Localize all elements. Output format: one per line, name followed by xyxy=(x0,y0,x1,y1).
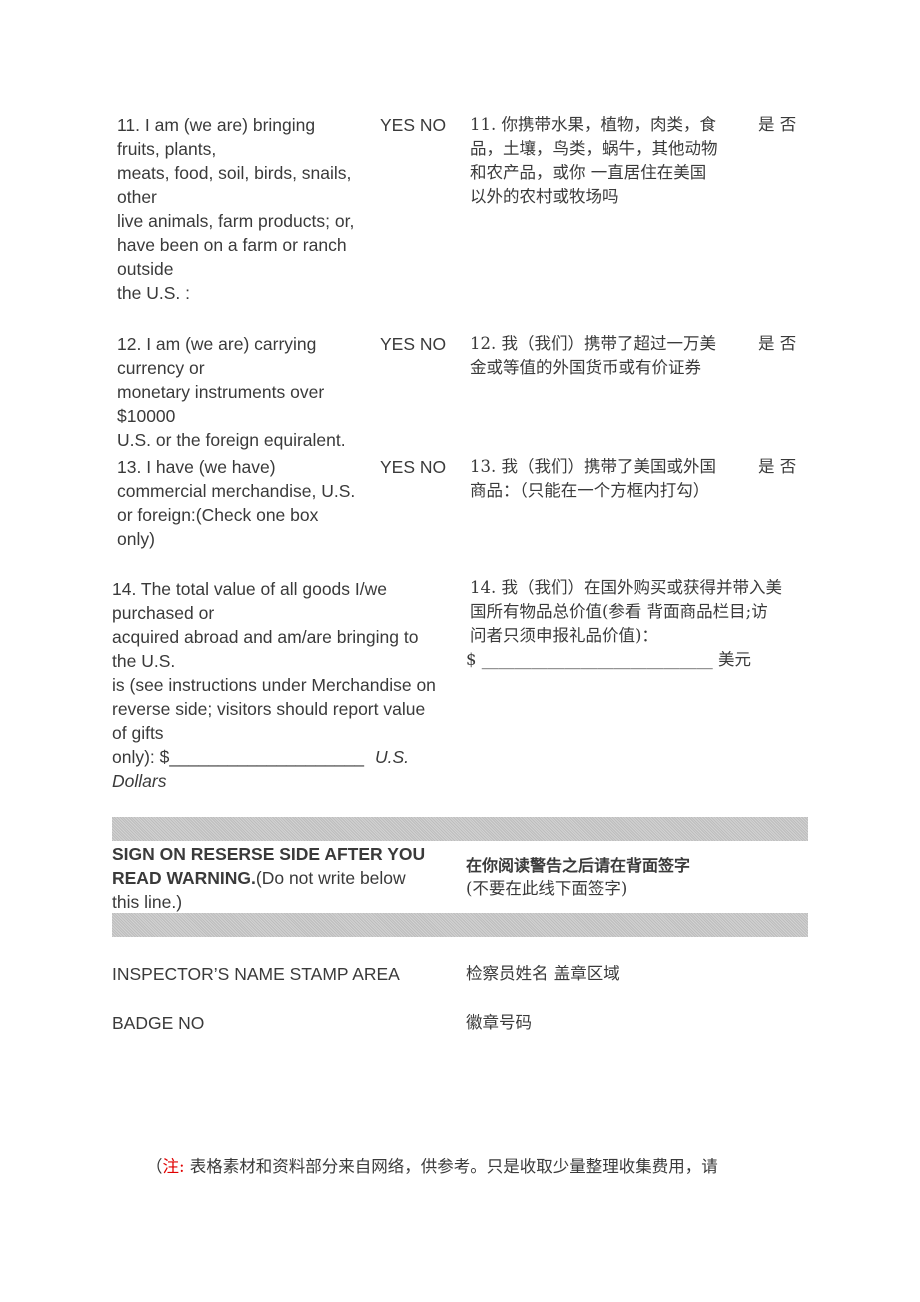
badge-no-label-chinese: 徽章号码 xyxy=(466,1013,532,1032)
q11-yes-no: YES NO xyxy=(380,115,447,135)
q12-english-line: $10000 xyxy=(117,406,176,426)
q13-chinese-line: 13. 我（我们）携带了美国或外国 xyxy=(470,457,716,476)
inspector-stamp-label: INSPECTOR’S NAME STAMP AREA xyxy=(112,964,400,984)
q11-english-line: 11. I am (we are) bringing xyxy=(117,115,316,135)
q13-english-line: commercial merchandise, U.S. xyxy=(117,481,356,501)
q13-chinese-line: 商品：（只能在一个方框内打勾） xyxy=(470,481,710,500)
q12-english-line: U.S. or the foreign equiralent. xyxy=(117,430,346,450)
q11-english-line: have been on a farm or ranch xyxy=(117,235,347,255)
badge-no-label: BADGE NO xyxy=(112,1013,205,1033)
sign-instruction: SIGN ON RESERSE SIDE AFTER YOU xyxy=(112,844,426,864)
sign-warning-bold: READ WARNING. xyxy=(112,868,256,888)
q11-english-line: the U.S. : xyxy=(117,283,190,303)
sign-instruction: READ WARNING.(Do not write below xyxy=(112,866,406,890)
q11-english-line: live animals, farm products; or, xyxy=(117,211,355,231)
q13-english-line: only) xyxy=(117,529,155,549)
q12-chinese-line: 金或等值的外国货币或有价证券 xyxy=(470,358,701,377)
sign-chinese: 在你阅读警告之后请在背面签字 xyxy=(466,856,691,875)
inspector-stamp-label-chinese: 检察员姓名 盖章区域 xyxy=(466,964,620,983)
q13-yes-no: YES NO xyxy=(380,457,447,477)
q12-chinese-yes-no: 是 否 xyxy=(758,334,797,353)
q12-yes-no: YES NO xyxy=(380,334,447,354)
sign-note: (Do not write below xyxy=(255,868,406,888)
q14-english-line: is (see instructions under Merchandise o… xyxy=(112,675,436,695)
q12-chinese-line: 12. 我（我们）携带了超过一万美 xyxy=(470,334,716,353)
q14-english-line: of gifts xyxy=(112,723,164,743)
q11-english-line: outside xyxy=(117,259,174,279)
q13-english-line: or foreign:(Check one box xyxy=(117,505,319,525)
footnote-text: 表格素材和资料部分来自网络，供参考。只是收取少量整理收集费用，请 xyxy=(184,1157,718,1176)
q12-english-line: 12. I am (we are) carrying xyxy=(117,334,317,354)
q14-unit: Dollars xyxy=(112,771,167,791)
q14-english-line: the U.S. xyxy=(112,651,176,671)
q14-amount-line: only): $____________________ xyxy=(112,747,365,767)
q14-english-line: 14. The total value of all goods I/we xyxy=(112,579,387,599)
q12-english-line: monetary instruments over xyxy=(117,382,325,402)
q11-english-line: other xyxy=(117,187,157,207)
q11-english-line: fruits, plants, xyxy=(117,139,217,159)
q14-chinese-amount-line: $ ____________________________ 美元 xyxy=(466,650,751,669)
q14-unit: U.S. xyxy=(375,747,410,767)
q13-english-line: 13. I have (we have) xyxy=(117,457,276,477)
q11-english-line: meats, food, soil, birds, snails, xyxy=(117,163,352,183)
q13-chinese-yes-no: 是 否 xyxy=(758,457,797,476)
sign-chinese-note: (不要在此线下面签字) xyxy=(466,879,628,898)
footnote-paren: （ xyxy=(146,1157,163,1176)
footnote: （注: 表格素材和资料部分来自网络，供参考。只是收取少量整理收集费用，请 xyxy=(146,1155,718,1179)
q14-chinese-line: 问者只须申报礼品价值)： xyxy=(470,626,658,645)
q11-chinese-line: 品，土壤，鸟类，蜗牛，其他动物 xyxy=(470,139,718,158)
q11-chinese-line: 和农产品，或你 一直居住在美国 xyxy=(470,163,707,182)
sign-note: this line.) xyxy=(112,892,183,912)
q14-english-line: reverse side; visitors should report val… xyxy=(112,699,426,719)
q14-english-line: acquired abroad and am/are bringing to xyxy=(112,627,419,647)
q14-chinese-line: 国所有物品总价值(参看 背面商品栏目;访 xyxy=(470,602,768,621)
q14-chinese-line: 14. 我（我们）在国外购买或获得并带入美 xyxy=(470,578,782,597)
q11-chinese-line: 以外的农村或牧场吗 xyxy=(470,187,619,206)
footnote-label: 注: xyxy=(162,1157,185,1176)
divider-band xyxy=(112,817,808,841)
divider-band xyxy=(112,913,808,937)
q12-english-line: currency or xyxy=(117,358,205,378)
q11-chinese-yes-no: 是 否 xyxy=(758,115,797,134)
q14-english-line: purchased or xyxy=(112,603,215,623)
q11-chinese-line: 11. 你携带水果，植物，肉类，食 xyxy=(470,115,716,134)
